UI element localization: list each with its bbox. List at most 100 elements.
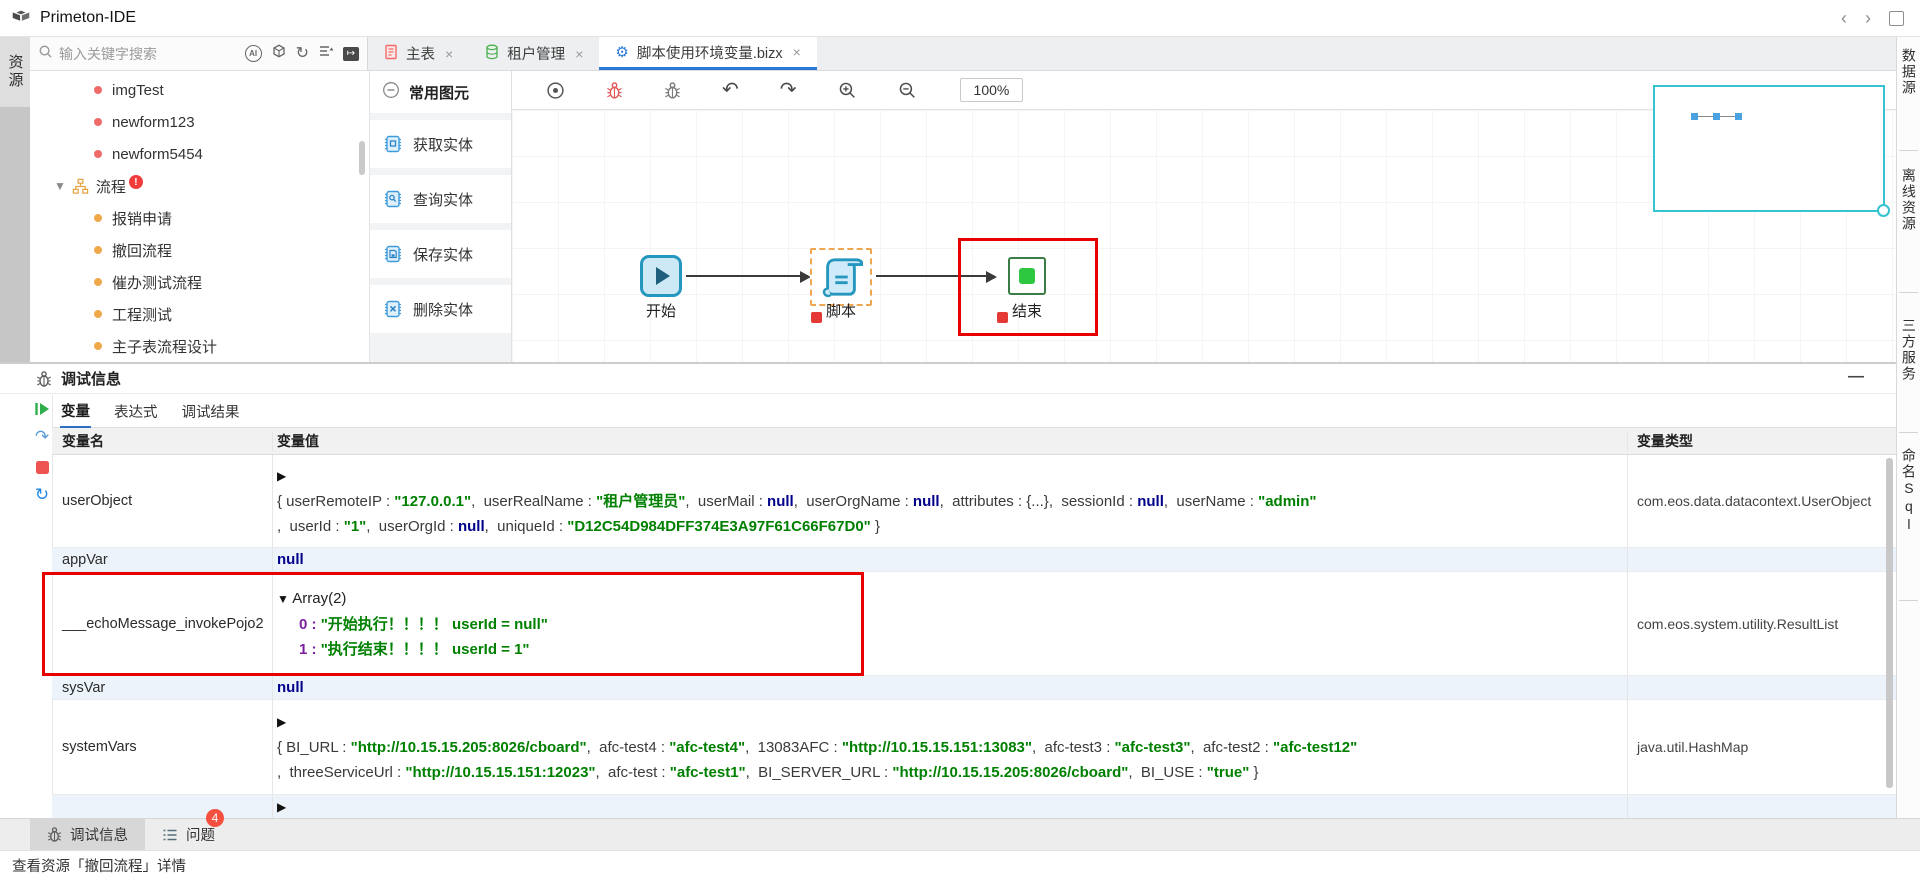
minimap-line bbox=[1698, 116, 1713, 117]
gear-icon: ⚙ bbox=[615, 43, 628, 61]
rail-divider bbox=[1899, 292, 1918, 293]
debug-icon bbox=[36, 370, 52, 388]
stop-debug-icon[interactable] bbox=[33, 458, 51, 476]
start-node[interactable] bbox=[640, 255, 682, 297]
tree-item[interactable]: 工程测试 bbox=[30, 298, 369, 330]
script-node-selection[interactable] bbox=[810, 248, 872, 306]
tab-main-table[interactable]: 主表 × bbox=[368, 37, 469, 70]
column-variable-name[interactable]: 变量名 bbox=[52, 431, 272, 451]
export-icon[interactable]: ↦ bbox=[343, 47, 359, 61]
process-dot-icon bbox=[94, 342, 102, 350]
palette-item-query-entity[interactable]: 查询实体 bbox=[370, 175, 511, 223]
tree-scrollbar[interactable] bbox=[359, 141, 365, 175]
tab-debug-results[interactable]: 调试结果 bbox=[181, 396, 241, 427]
table-scrollbar[interactable] bbox=[1886, 458, 1893, 788]
palette-item-get-entity[interactable]: 获取实体 bbox=[370, 120, 511, 168]
redo-icon[interactable]: ↷ bbox=[780, 80, 797, 100]
rail-tab-resources[interactable]: 资源 bbox=[0, 37, 30, 107]
tree-item[interactable]: 主子表流程设计 bbox=[30, 330, 369, 362]
tree-item[interactable]: newform123 bbox=[30, 106, 369, 138]
rail-tab-third-party-services[interactable]: 三方服务 bbox=[1897, 318, 1920, 382]
database-icon bbox=[485, 44, 499, 64]
tree-item[interactable]: newform5454 bbox=[30, 138, 369, 170]
rail-tab-named-sql[interactable]: 命名Sql bbox=[1897, 448, 1920, 534]
error-badge: ! bbox=[129, 175, 143, 189]
zoom-out-icon[interactable] bbox=[898, 81, 917, 100]
debug-tabs-row: 变量 表达式 调试结果 bbox=[52, 395, 1896, 428]
bottom-tab-bar: 调试信息 问题 4 bbox=[0, 818, 1920, 850]
process-dot-icon bbox=[94, 310, 102, 318]
tree-item-label: 催办测试流程 bbox=[112, 272, 202, 293]
tree-item-label: 撤回流程 bbox=[112, 240, 172, 261]
package-icon[interactable] bbox=[271, 43, 287, 64]
debug-icon bbox=[47, 826, 62, 843]
rail-tab-offline-resources[interactable]: 离线资源 bbox=[1897, 168, 1920, 232]
search-icon bbox=[38, 44, 53, 64]
tab-tenant-management[interactable]: 租户管理 × bbox=[469, 37, 599, 70]
tree-folder-process[interactable]: ▼ 流程 ! bbox=[30, 170, 369, 202]
minimap-resize-handle[interactable] bbox=[1877, 204, 1890, 217]
palette-header[interactable]: 常用图元 bbox=[370, 71, 511, 113]
caret-down-icon[interactable]: ▼ bbox=[54, 179, 66, 193]
tree-item-label: 流程 bbox=[96, 176, 126, 197]
status-text: 查看资源「撤回流程」详情 bbox=[12, 855, 186, 876]
tab-variables[interactable]: 变量 bbox=[60, 395, 91, 428]
zoom-in-icon[interactable] bbox=[838, 81, 857, 100]
palette-item-label: 删除实体 bbox=[413, 299, 473, 320]
close-icon[interactable]: × bbox=[575, 46, 583, 62]
table-row[interactable]: systemVars▶{ BI_URL : "http://10.15.15.2… bbox=[52, 700, 1896, 795]
close-icon[interactable]: × bbox=[445, 46, 453, 62]
debug-settings-icon[interactable] bbox=[664, 81, 681, 100]
tab-expressions[interactable]: 表达式 bbox=[113, 396, 159, 427]
form-dot-icon bbox=[94, 150, 102, 158]
palette-item-save-entity[interactable]: 保存实体 bbox=[370, 230, 511, 278]
rail-tab-datasource[interactable]: 数据源 bbox=[1897, 48, 1920, 96]
restart-icon[interactable]: ↻ bbox=[33, 486, 51, 504]
bottom-tab-problems[interactable]: 问题 4 bbox=[145, 819, 232, 850]
resource-tree: imgTest newform123 newform5454 ▼ 流程 ! 报销… bbox=[30, 71, 370, 362]
tab-label: 脚本使用环境变量.bizx bbox=[637, 42, 783, 63]
undo-icon[interactable]: ↶ bbox=[722, 80, 739, 100]
sort-icon[interactable] bbox=[318, 44, 334, 63]
table-row[interactable]: appVarnull bbox=[52, 548, 1896, 572]
tab-script-env-bizx[interactable]: ⚙ 脚本使用环境变量.bizx × bbox=[599, 37, 816, 70]
tree-item[interactable]: 催办测试流程 bbox=[30, 266, 369, 298]
tree-item-label: 工程测试 bbox=[112, 304, 172, 325]
layout-icon[interactable] bbox=[1889, 11, 1904, 26]
collapse-icon[interactable] bbox=[382, 81, 400, 103]
locate-icon[interactable] bbox=[546, 81, 565, 100]
palette-item-delete-entity[interactable]: 删除实体 bbox=[370, 285, 511, 333]
ai-assist-icon[interactable]: AI bbox=[245, 45, 262, 62]
tree-item-label: newform123 bbox=[112, 114, 195, 131]
bottom-tab-label: 调试信息 bbox=[70, 824, 128, 845]
nav-forward-icon[interactable]: › bbox=[1865, 8, 1871, 29]
table-row[interactable]: ▶ bbox=[52, 795, 1896, 820]
tree-item-label: newform5454 bbox=[112, 146, 203, 163]
minimize-icon[interactable]: — bbox=[1848, 368, 1864, 386]
table-row[interactable]: userObject▶{ userRemoteIP : "127.0.0.1",… bbox=[52, 455, 1896, 548]
process-dot-icon bbox=[94, 214, 102, 222]
column-variable-value[interactable]: 变量值 bbox=[272, 431, 1628, 451]
table-row[interactable]: sysVarnull bbox=[52, 676, 1896, 700]
right-rail: 数据源 离线资源 三方服务 命名Sql bbox=[1896, 37, 1920, 850]
bottom-tab-debug[interactable]: 调试信息 bbox=[30, 819, 145, 850]
tab-label: 主表 bbox=[406, 43, 435, 64]
column-variable-type[interactable]: 变量类型 bbox=[1628, 431, 1896, 451]
query-entity-icon bbox=[382, 188, 404, 210]
resume-icon[interactable] bbox=[33, 400, 51, 418]
minimap[interactable] bbox=[1653, 85, 1885, 212]
flow-connector[interactable] bbox=[686, 275, 808, 277]
step-over-icon[interactable]: ↷ bbox=[33, 428, 51, 446]
zoom-level[interactable]: 100% bbox=[960, 78, 1024, 102]
search-input[interactable] bbox=[59, 46, 245, 62]
tree-item[interactable]: 报销申请 bbox=[30, 202, 369, 234]
tree-item[interactable]: imgTest bbox=[30, 74, 369, 106]
debug-run-icon[interactable] bbox=[606, 81, 623, 100]
nav-back-icon[interactable]: ‹ bbox=[1841, 8, 1847, 29]
refresh-icon[interactable]: ↻ bbox=[296, 46, 309, 62]
debug-panel-header: 调试信息 bbox=[0, 364, 1896, 394]
tree-item[interactable]: 撤回流程 bbox=[30, 234, 369, 266]
close-icon[interactable]: × bbox=[793, 44, 801, 60]
table-header: 变量名 变量值 变量类型 bbox=[52, 428, 1896, 455]
document-tab-bar: 主表 × 租户管理 × ⚙ 脚本使用环境变量.bizx × bbox=[368, 37, 1896, 71]
